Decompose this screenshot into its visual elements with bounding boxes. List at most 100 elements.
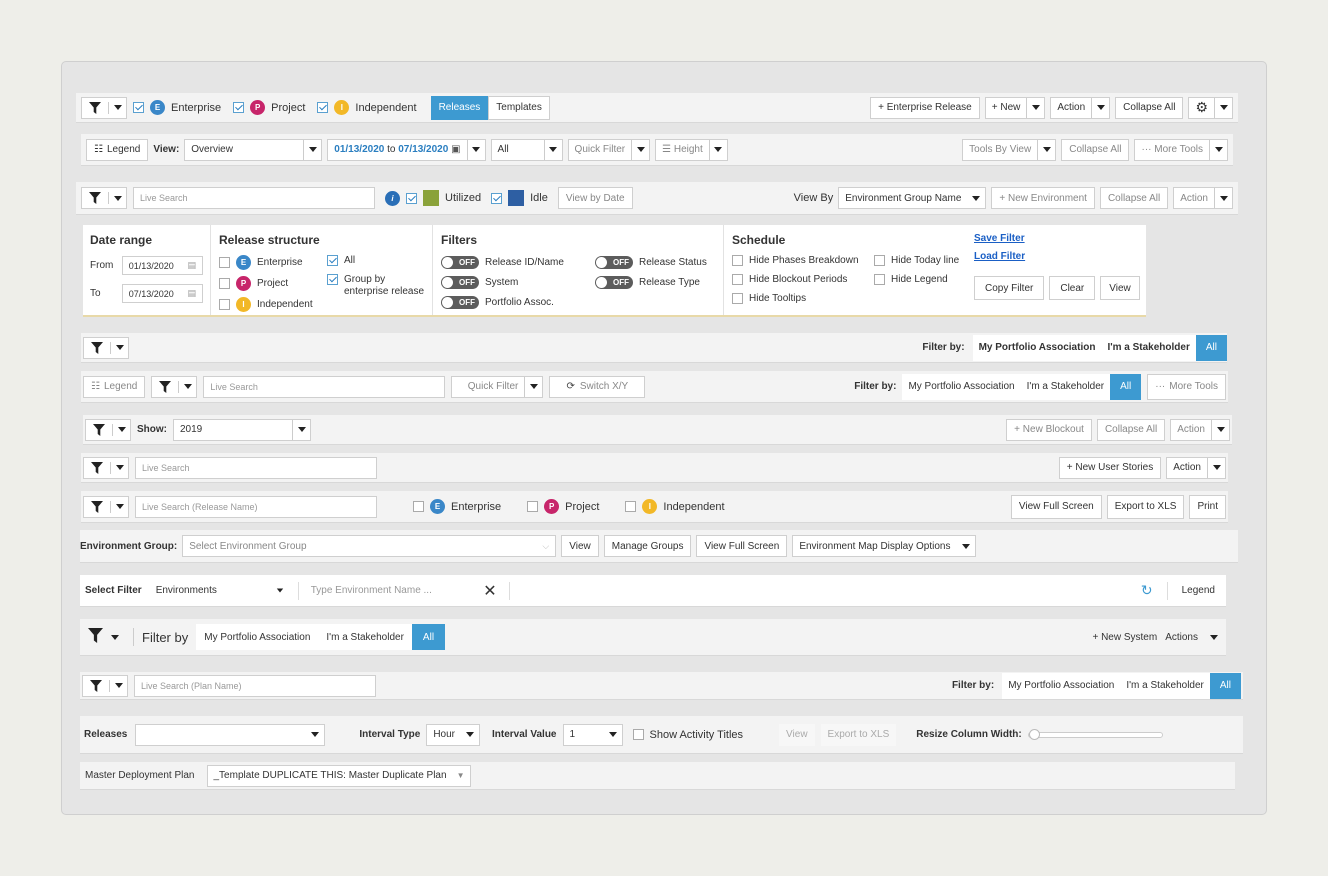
- action-dropdown[interactable]: Action: [1173, 187, 1233, 209]
- view-select[interactable]: Overview: [184, 138, 323, 161]
- slider-handle[interactable]: [1028, 728, 1040, 740]
- all-option[interactable]: All: [1209, 672, 1241, 699]
- copy-filter-button[interactable]: Copy Filter: [974, 276, 1045, 300]
- settings-dropdown[interactable]: ⚙: [1188, 96, 1233, 119]
- collapse-all-button[interactable]: Collapse All: [1115, 96, 1184, 119]
- all-option[interactable]: All: [1110, 373, 1142, 400]
- action-dropdown[interactable]: Action: [1166, 456, 1226, 479]
- filter-dropdown[interactable]: [83, 495, 129, 518]
- switch-xy-button[interactable]: ⟳ Switch X/Y: [549, 375, 646, 398]
- my-portfolio-option[interactable]: My Portfolio Association: [1002, 680, 1120, 691]
- interval-value-select[interactable]: 1: [562, 723, 623, 746]
- release-status-toggle[interactable]: OFF: [595, 256, 633, 269]
- live-search-input[interactable]: Live Search: [135, 456, 377, 479]
- rs-enterprise-checkbox[interactable]: [219, 257, 230, 268]
- new-blockout-button[interactable]: + New Blockout: [1006, 418, 1092, 441]
- filter-dropdown[interactable]: [85, 418, 131, 441]
- project-checkbox[interactable]: [527, 501, 539, 512]
- save-filter-link[interactable]: Save Filter: [974, 233, 1025, 244]
- independent-checkbox[interactable]: [625, 501, 637, 512]
- legend-button[interactable]: ☷ Legend: [83, 375, 146, 398]
- chevron-down-icon[interactable]: [111, 635, 119, 640]
- all-option[interactable]: All: [1195, 334, 1227, 361]
- rs-group-by-checkbox[interactable]: [327, 274, 338, 285]
- new-dropdown[interactable]: + New: [984, 96, 1046, 119]
- new-environment-button[interactable]: + New Environment: [991, 187, 1095, 209]
- filter-dropdown[interactable]: [83, 456, 129, 479]
- resize-slider[interactable]: [1027, 728, 1163, 740]
- show-activity-titles-checkbox[interactable]: [632, 729, 644, 740]
- filter-dropdown[interactable]: [83, 336, 129, 359]
- tab-releases[interactable]: Releases: [430, 95, 489, 120]
- plan-name-search-input[interactable]: Live Search (Plan Name): [134, 674, 376, 697]
- quick-filter-dropdown[interactable]: Quick Filter: [451, 375, 544, 398]
- more-tools-dropdown[interactable]: ··· More Tools: [1134, 138, 1228, 161]
- collapse-all-button[interactable]: Collapse All: [1096, 418, 1166, 441]
- show-select[interactable]: 2019: [173, 418, 311, 441]
- release-id-toggle[interactable]: OFF: [441, 256, 479, 269]
- rs-project-checkbox[interactable]: [219, 278, 230, 289]
- to-date-input[interactable]: 07/13/2020 ▤: [121, 284, 203, 303]
- map-options-dropdown[interactable]: Environment Map Display Options: [792, 535, 976, 557]
- portfolio-toggle[interactable]: OFF: [441, 296, 479, 309]
- load-filter-link[interactable]: Load Filter: [974, 251, 1025, 262]
- filter-dropdown[interactable]: [81, 96, 127, 119]
- project-checkbox[interactable]: [233, 102, 245, 113]
- export-xls-button[interactable]: Export to XLS: [820, 723, 897, 746]
- legend-button[interactable]: ☷ Legend: [86, 138, 149, 161]
- select-filter-dropdown[interactable]: Environments: [150, 585, 290, 596]
- hide-today-checkbox[interactable]: [874, 255, 885, 266]
- manage-groups-button[interactable]: Manage Groups: [603, 535, 692, 557]
- my-portfolio-option[interactable]: My Portfolio Association: [973, 342, 1102, 353]
- release-name-search-input[interactable]: Live Search (Release Name): [135, 495, 377, 518]
- clear-button[interactable]: Clear: [1049, 276, 1096, 300]
- release-type-toggle[interactable]: OFF: [595, 276, 633, 289]
- stakeholder-option[interactable]: I'm a Stakeholder: [1021, 381, 1111, 392]
- height-dropdown[interactable]: ☰ Height: [655, 138, 728, 161]
- enterprise-checkbox[interactable]: [133, 102, 144, 113]
- chevron-down-icon[interactable]: [1210, 635, 1218, 640]
- date-range-select[interactable]: 01/13/2020 to 07/13/2020 ▣: [327, 138, 486, 161]
- from-date-input[interactable]: 01/13/2020 ▤: [121, 256, 203, 275]
- system-toggle[interactable]: OFF: [441, 276, 479, 289]
- my-portfolio-option[interactable]: My Portfolio Association: [196, 632, 318, 643]
- view-button[interactable]: View: [779, 723, 815, 746]
- close-icon[interactable]: ✕: [483, 581, 496, 601]
- refresh-icon[interactable]: ↻: [1141, 583, 1153, 599]
- environment-name-input[interactable]: Type Environment Name ... ✕: [307, 581, 501, 601]
- new-enterprise-release-button[interactable]: + Enterprise Release: [870, 96, 980, 119]
- hide-phases-checkbox[interactable]: [732, 255, 743, 266]
- independent-checkbox[interactable]: [317, 102, 329, 113]
- environment-group-select[interactable]: Select Environment Group ⌵: [182, 535, 557, 557]
- filter-dropdown[interactable]: [151, 375, 198, 398]
- action-dropdown[interactable]: Action: [1050, 96, 1111, 119]
- actions-dropdown[interactable]: Actions: [1165, 632, 1198, 643]
- view-full-screen-button[interactable]: View Full Screen: [1010, 494, 1102, 519]
- enterprise-checkbox[interactable]: [413, 501, 424, 512]
- collapse-all-button[interactable]: Collapse All: [1099, 187, 1169, 209]
- rs-all-checkbox[interactable]: [327, 255, 338, 266]
- interval-type-select[interactable]: Hour: [426, 723, 481, 746]
- new-user-stories-button[interactable]: + New User Stories: [1058, 456, 1162, 479]
- filter-dropdown[interactable]: [82, 674, 128, 697]
- all-option[interactable]: All: [411, 624, 446, 650]
- action-dropdown[interactable]: Action: [1170, 418, 1230, 441]
- view-button[interactable]: View: [1100, 276, 1140, 300]
- utilized-checkbox[interactable]: [406, 192, 417, 204]
- rs-independent-checkbox[interactable]: [219, 299, 230, 310]
- collapse-all-button[interactable]: Collapse All: [1061, 138, 1130, 161]
- export-xls-button[interactable]: Export to XLS: [1106, 494, 1185, 519]
- tools-by-view-dropdown[interactable]: Tools By View: [962, 138, 1057, 161]
- live-search-input[interactable]: Live Search: [203, 375, 446, 398]
- funnel-icon[interactable]: [88, 628, 103, 646]
- view-button[interactable]: View: [561, 535, 599, 557]
- view-by-date-button[interactable]: View by Date: [557, 187, 633, 209]
- view-by-select[interactable]: Environment Group Name: [838, 187, 987, 209]
- master-plan-select[interactable]: _Template DUPLICATE THIS: Master Duplica…: [206, 764, 472, 787]
- stakeholder-option[interactable]: I'm a Stakeholder: [318, 632, 412, 643]
- live-search-input[interactable]: Live Search: [133, 187, 375, 209]
- hide-legend-checkbox[interactable]: [874, 274, 885, 285]
- print-button[interactable]: Print: [1189, 494, 1226, 519]
- more-tools-button[interactable]: ··· More Tools: [1147, 373, 1226, 400]
- filter-dropdown[interactable]: [81, 187, 127, 209]
